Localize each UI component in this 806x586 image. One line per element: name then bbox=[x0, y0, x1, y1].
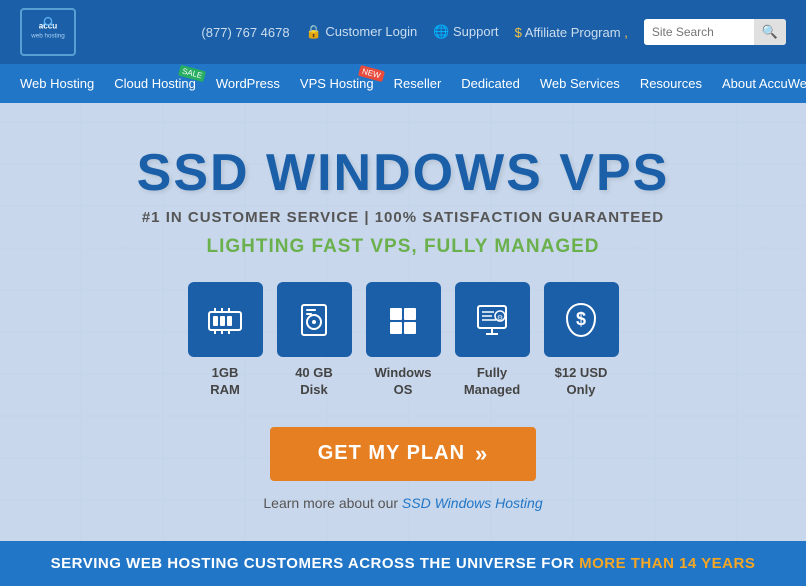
hero-tagline: LIGHTING FAST VPS, FULLY MANAGED bbox=[20, 236, 786, 258]
feature-managed-icon: ⚙ bbox=[455, 282, 530, 357]
nav-reseller[interactable]: Reseller bbox=[384, 64, 452, 103]
features-row: 1GB RAM 40 GB Disk bbox=[20, 282, 786, 399]
search-input[interactable] bbox=[644, 20, 754, 44]
feature-price-label: $12 USD Only bbox=[555, 365, 608, 399]
bottom-bar: SERVING WEB HOSTING CUSTOMERS ACROSS THE… bbox=[0, 541, 806, 586]
bottom-highlight: MORE THAN 14 YEARS bbox=[579, 555, 755, 572]
feature-windows-icon bbox=[366, 282, 441, 357]
feature-ram: 1GB RAM bbox=[188, 282, 263, 399]
nav-about[interactable]: About AccuWeb bbox=[712, 64, 806, 103]
nav-bar: Web Hosting Cloud Hosting WordPress VPS … bbox=[0, 64, 806, 103]
feature-disk-icon bbox=[277, 282, 352, 357]
search-button[interactable]: 🔍 bbox=[754, 19, 786, 45]
top-bar: accu web hosting (877) 767 4678 🔒 Custom… bbox=[0, 0, 806, 64]
svg-text:$: $ bbox=[576, 309, 586, 329]
svg-text:accu: accu bbox=[39, 21, 57, 30]
feature-ram-label: 1GB RAM bbox=[210, 365, 240, 399]
nav-cloud-hosting[interactable]: Cloud Hosting bbox=[104, 64, 206, 103]
cta-button[interactable]: GET MY PLAN » bbox=[270, 427, 537, 481]
affiliate-link[interactable]: $ Affiliate Program , bbox=[515, 25, 628, 40]
feature-disk: 40 GB Disk bbox=[277, 282, 352, 399]
support-link[interactable]: 🌐 Support bbox=[433, 24, 498, 40]
nav-resources[interactable]: Resources bbox=[630, 64, 712, 103]
logo-area: accu web hosting bbox=[20, 8, 76, 56]
phone-link[interactable]: (877) 767 4678 bbox=[201, 25, 289, 40]
cta-arrows: » bbox=[475, 441, 488, 467]
nav-web-services[interactable]: Web Services bbox=[530, 64, 630, 103]
nav-dedicated[interactable]: Dedicated bbox=[451, 64, 530, 103]
hero-learn-more: Learn more about our SSD Windows Hosting bbox=[20, 495, 786, 511]
ssd-windows-link[interactable]: SSD Windows Hosting bbox=[402, 495, 543, 511]
cta-label: GET MY PLAN bbox=[318, 442, 465, 465]
feature-managed-label: Fully Managed bbox=[464, 365, 520, 399]
bottom-text: SERVING WEB HOSTING CUSTOMERS ACROSS THE… bbox=[51, 555, 575, 572]
feature-windows-label: Windows OS bbox=[375, 365, 432, 399]
customer-login-link[interactable]: 🔒 Customer Login bbox=[306, 24, 418, 40]
nav-web-hosting[interactable]: Web Hosting bbox=[10, 64, 104, 103]
hero-subtitle: #1 IN CUSTOMER SERVICE | 100% SATISFACTI… bbox=[20, 209, 786, 226]
feature-price-icon: $ bbox=[544, 282, 619, 357]
svg-text:⚙: ⚙ bbox=[497, 314, 503, 322]
nav-vps-hosting[interactable]: VPS Hosting bbox=[290, 64, 384, 103]
feature-windows: Windows OS bbox=[366, 282, 441, 399]
hero-section: SSD WINDOWS VPS #1 IN CUSTOMER SERVICE |… bbox=[0, 103, 806, 541]
feature-price: $ $12 USD Only bbox=[544, 282, 619, 399]
feature-managed: ⚙ Fully Managed bbox=[455, 282, 530, 399]
logo-icon: accu web hosting bbox=[30, 14, 66, 50]
feature-disk-label: 40 GB Disk bbox=[295, 365, 333, 399]
hero-title: SSD WINDOWS VPS bbox=[20, 143, 786, 203]
search-box: 🔍 bbox=[644, 19, 786, 45]
top-links: (877) 767 4678 🔒 Customer Login 🌐 Suppor… bbox=[201, 19, 786, 45]
nav-wordpress[interactable]: WordPress bbox=[206, 64, 290, 103]
logo-box: accu web hosting bbox=[20, 8, 76, 56]
svg-text:web hosting: web hosting bbox=[30, 32, 65, 39]
feature-ram-icon bbox=[188, 282, 263, 357]
